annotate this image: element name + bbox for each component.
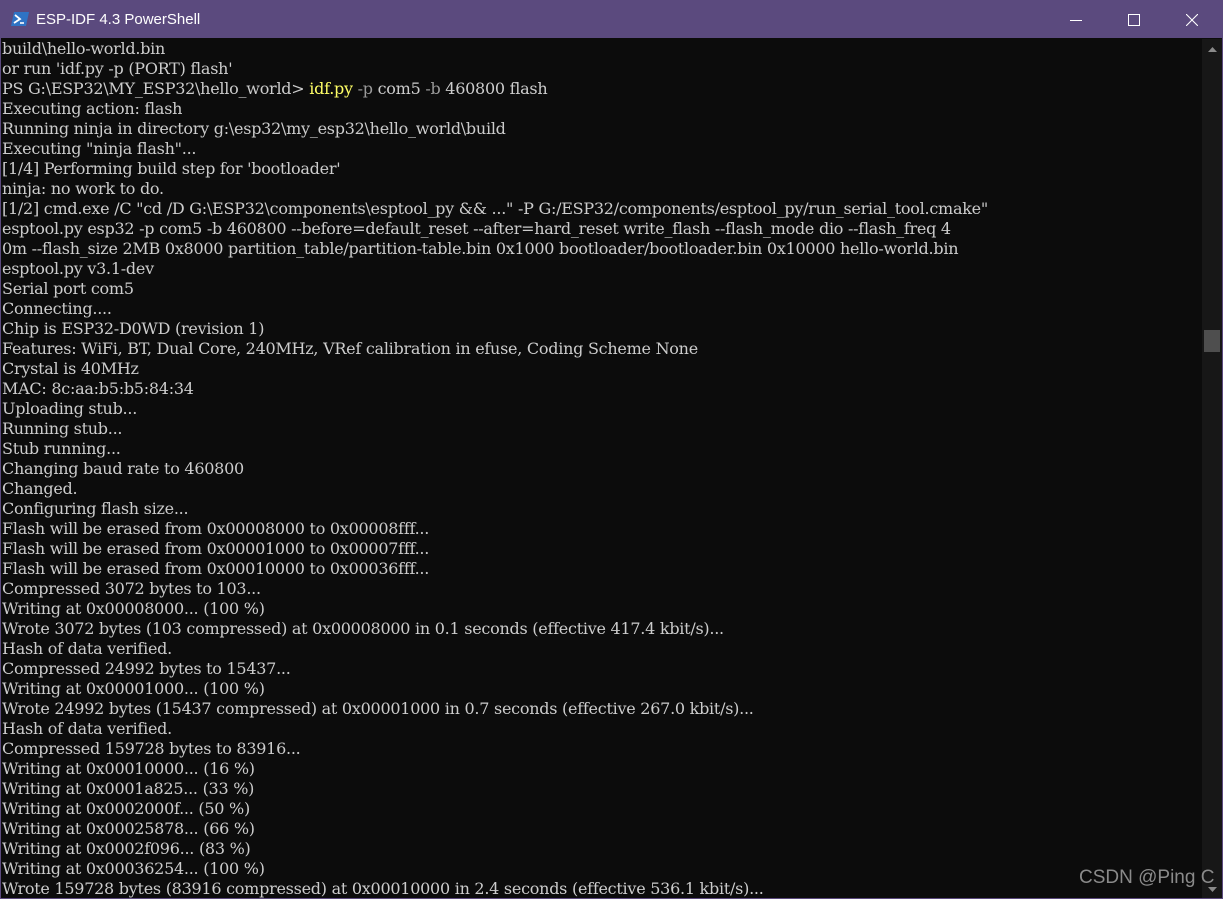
- console-line: Writing at 0x0001a825... (33 %): [2, 779, 255, 798]
- console-line: Writing at 0x00025878... (66 %): [2, 819, 255, 838]
- console-line: esptool.py esp32 -p com5 -b 460800 --bef…: [2, 219, 951, 238]
- close-button[interactable]: [1163, 1, 1221, 38]
- console-line: Changing baud rate to 460800: [2, 459, 244, 478]
- console-line: [1/2] cmd.exe /C "cd /D G:\ESP32\compone…: [2, 199, 988, 218]
- console-line: Wrote 3072 bytes (103 compressed) at 0x0…: [2, 619, 724, 638]
- console-line: Hash of data verified.: [2, 719, 172, 738]
- console-line: Compressed 159728 bytes to 83916...: [2, 739, 301, 758]
- console-line: Writing at 0x00036254... (100 %): [2, 859, 265, 878]
- watermark: CSDN @Ping C: [1079, 867, 1215, 888]
- console-line: Crystal is 40MHz: [2, 359, 139, 378]
- console-line: Wrote 24992 bytes (15437 compressed) at …: [2, 699, 754, 718]
- console-line: 0m --flash_size 2MB 0x8000 partition_tab…: [2, 239, 959, 258]
- console-line: PS G:\ESP32\MY_ESP32\hello_world> idf.py…: [1, 79, 1202, 99]
- powershell-icon: [11, 12, 29, 26]
- console-line: MAC: 8c:aa:b5:b5:84:34: [2, 379, 194, 398]
- scrollbar-thumb[interactable]: [1204, 330, 1220, 352]
- console-line: or run 'idf.py -p (PORT) flash': [2, 59, 233, 78]
- command-parameter: -b: [425, 79, 441, 98]
- console-line: Chip is ESP32-D0WD (revision 1): [2, 319, 265, 338]
- console-line: Running ninja in directory g:\esp32\my_e…: [2, 119, 506, 138]
- console-line: ninja: no work to do.: [2, 179, 164, 198]
- console-line: Running stub...: [2, 419, 123, 438]
- console-line: Flash will be erased from 0x00008000 to …: [2, 519, 430, 538]
- console-line: Serial port com5: [2, 279, 134, 298]
- powershell-window: ESP-IDF 4.3 PowerShell build\hello-world…: [0, 0, 1223, 899]
- console-line: Uploading stub...: [2, 399, 138, 418]
- maximize-icon: [1128, 13, 1140, 26]
- minimize-icon: [1070, 19, 1082, 21]
- console-line: Flash will be erased from 0x00001000 to …: [2, 539, 430, 558]
- scroll-up-button[interactable]: [1202, 39, 1222, 59]
- console-line: Stub running...: [2, 439, 121, 458]
- console-line: Executing action: flash: [2, 99, 183, 118]
- close-icon: [1186, 13, 1198, 26]
- arrow-up-icon: [1207, 46, 1217, 52]
- window-title: ESP-IDF 4.3 PowerShell: [36, 11, 201, 28]
- vertical-scrollbar[interactable]: [1202, 39, 1222, 898]
- console-line: Features: WiFi, BT, Dual Core, 240MHz, V…: [2, 339, 698, 358]
- parameter-value: com5: [372, 79, 426, 98]
- console-line: Executing "ninja flash"...: [2, 139, 197, 158]
- maximize-button[interactable]: [1105, 1, 1163, 38]
- console-line: [1/4] Performing build step for 'bootloa…: [2, 159, 341, 178]
- console-line: esptool.py v3.1-dev: [2, 259, 154, 278]
- prompt-text: PS G:\ESP32\MY_ESP32\hello_world>: [2, 79, 310, 98]
- console-line: Wrote 159728 bytes (83916 compressed) at…: [2, 879, 764, 898]
- console-line: Compressed 24992 bytes to 15437...: [2, 659, 291, 678]
- console-line: Configuring flash size...: [2, 499, 189, 518]
- console-line: Writing at 0x00010000... (16 %): [2, 759, 255, 778]
- console-line: Hash of data verified.: [2, 639, 172, 658]
- command-name: idf.py: [309, 79, 353, 98]
- console-line: Writing at 0x0002f096... (83 %): [2, 839, 251, 858]
- title-bar[interactable]: ESP-IDF 4.3 PowerShell: [1, 1, 1222, 38]
- console-line: Writing at 0x0002000f... (50 %): [2, 799, 250, 818]
- console-line: Compressed 3072 bytes to 103...: [2, 579, 261, 598]
- console-line: Changed.: [2, 479, 78, 498]
- minimize-button[interactable]: [1047, 1, 1105, 38]
- console-line: Writing at 0x00001000... (100 %): [2, 679, 265, 698]
- parameter-value: 460800 flash: [440, 79, 548, 98]
- console-output[interactable]: build\hello-world.bin or run 'idf.py -p (…: [1, 39, 1202, 898]
- command-parameter: -p: [357, 79, 373, 98]
- console-line: Flash will be erased from 0x00010000 to …: [2, 559, 430, 578]
- console-line: build\hello-world.bin: [2, 39, 166, 58]
- console-line: Writing at 0x00008000... (100 %): [2, 599, 265, 618]
- console-line: Connecting....: [2, 299, 112, 318]
